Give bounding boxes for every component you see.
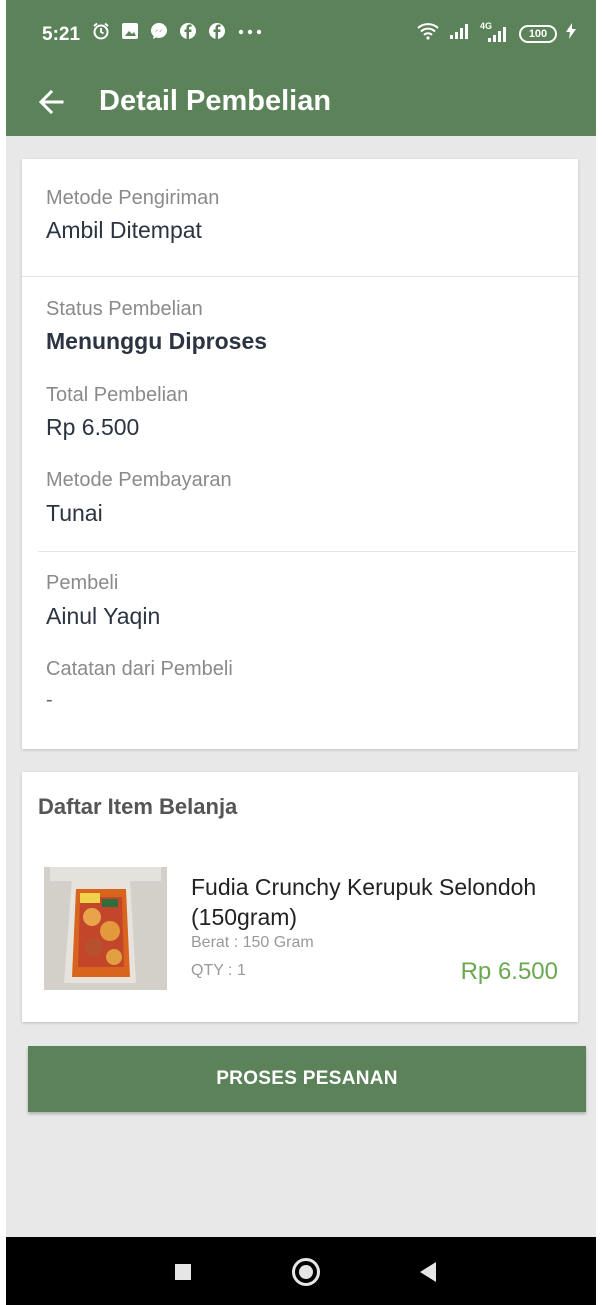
home-icon[interactable] bbox=[292, 1258, 320, 1286]
purchase-status-label: Status Pembelian bbox=[46, 298, 203, 320]
wifi-icon bbox=[416, 22, 440, 45]
status-notification-icons bbox=[92, 22, 263, 40]
buyer-note-value: - bbox=[46, 689, 53, 711]
battery-icon: 100 bbox=[519, 24, 557, 43]
signal-4g-icon: 4G bbox=[480, 21, 510, 43]
order-info-card: Metode Pengiriman Ambil Ditempat Status … bbox=[22, 159, 578, 749]
page-title: Detail Pembelian bbox=[99, 85, 332, 117]
system-nav-bar bbox=[6, 1237, 596, 1305]
shipping-method-value: Ambil Ditempat bbox=[46, 217, 202, 243]
payment-method-label: Metode Pembayaran bbox=[46, 469, 232, 491]
arrow-left-icon bbox=[38, 89, 64, 115]
items-section-title: Daftar Item Belanja bbox=[38, 794, 238, 819]
buyer-note-label: Catatan dari Pembeli bbox=[46, 658, 233, 680]
payment-method-value: Tunai bbox=[46, 500, 103, 526]
status-bar: 5:21 4G 100 bbox=[6, 0, 596, 68]
back-button[interactable] bbox=[30, 80, 74, 124]
buyer-label: Pembeli bbox=[46, 572, 119, 594]
purchase-total-label: Total Pembelian bbox=[46, 384, 189, 406]
signal-icon bbox=[449, 22, 471, 45]
back-icon[interactable] bbox=[420, 1262, 436, 1282]
buyer-value: Ainul Yaqin bbox=[46, 603, 161, 629]
phone-screen: 5:21 4G 100 Detail Pembelian Metode Peng… bbox=[6, 0, 596, 1305]
recent-apps-icon[interactable] bbox=[175, 1264, 191, 1280]
more-dots-icon bbox=[237, 22, 263, 40]
messenger-icon bbox=[150, 22, 168, 40]
shopping-items-card: Daftar Item Belanja Fudia Crunchy Kerupu… bbox=[22, 772, 578, 1022]
divider bbox=[22, 276, 578, 277]
product-price: Rp 6.500 bbox=[460, 958, 558, 985]
process-order-button[interactable]: PROSES PESANAN bbox=[28, 1046, 586, 1112]
shipping-method-label: Metode Pengiriman bbox=[46, 187, 220, 209]
charging-icon bbox=[566, 23, 576, 44]
facebook-icon bbox=[179, 22, 197, 40]
alarm-icon bbox=[92, 22, 110, 40]
device-frame: 5:21 4G 100 Detail Pembelian Metode Peng… bbox=[0, 0, 602, 1305]
image-icon bbox=[121, 22, 139, 40]
product-image bbox=[44, 867, 167, 990]
purchase-status-value: Menunggu Diproses bbox=[46, 328, 268, 354]
purchase-total-value: Rp 6.500 bbox=[46, 414, 140, 440]
product-name: Fudia Crunchy Kerupuk Selondoh (150gram) bbox=[191, 874, 537, 930]
divider bbox=[38, 551, 576, 552]
status-time: 5:21 bbox=[42, 24, 81, 45]
status-system-icons: 4G 100 bbox=[416, 21, 576, 45]
product-weight: Berat : 150 Gram bbox=[191, 934, 314, 951]
facebook-icon bbox=[208, 22, 226, 40]
product-qty: QTY : 1 bbox=[191, 962, 246, 979]
app-bar: Detail Pembelian bbox=[6, 68, 596, 136]
